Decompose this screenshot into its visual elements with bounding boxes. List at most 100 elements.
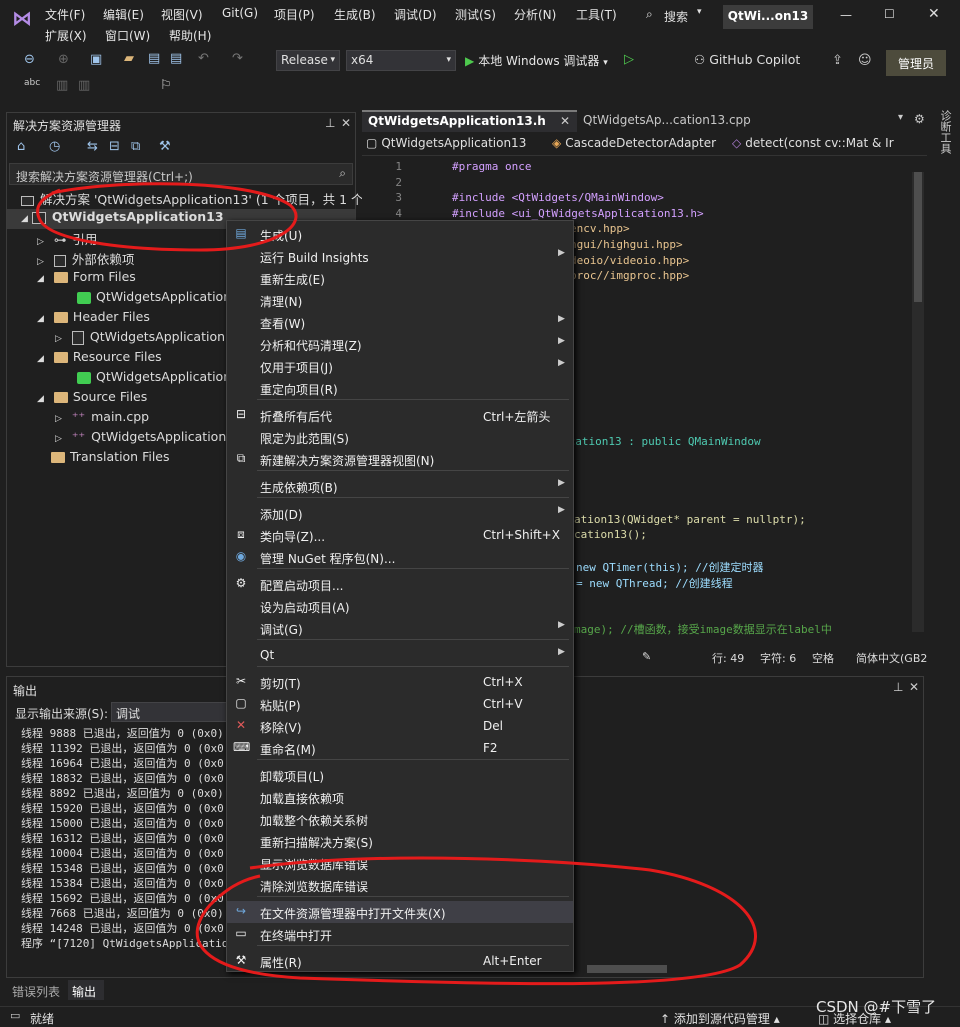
platform-select[interactable]: x64 ▾ [346, 50, 456, 71]
undo-icon[interactable]: ↶ [198, 51, 209, 66]
nav-project-select[interactable]: ▢ QtWidgetsApplication13 [366, 136, 542, 150]
show-all-icon[interactable]: ⧉ [131, 139, 140, 154]
menu-item[interactable]: 添加(D) ▶ [227, 502, 573, 524]
tree-item-form-files[interactable]: ◢ Form Files [37, 269, 136, 289]
editor-scrollbar[interactable] [912, 172, 924, 632]
menu-extensions[interactable]: 扩展(X) [45, 27, 87, 44]
output-source-select[interactable]: 调试 [111, 702, 231, 722]
menu-item[interactable]: ◉ 管理 NuGet 程序包(N)... [227, 546, 573, 568]
menu-item[interactable]: 限定为此范围(S) [227, 426, 573, 448]
tab-cpp-file[interactable]: QtWidgetsAp...cation13.cpp [577, 110, 787, 132]
tab-dropdown-icon[interactable]: ▾ [898, 112, 903, 123]
collapse-icon[interactable]: ⊟ [109, 139, 120, 154]
output-text[interactable]: 线程 9888 已退出，返回值为 0 (0x0) 线程 11392 已退出，返回值… [7, 725, 227, 955]
menu-git[interactable]: Git(G) [222, 6, 258, 20]
menu-item[interactable]: ⧉ 新建解决方案资源管理器视图(N) [227, 448, 573, 470]
maximize-icon[interactable]: ☐ [884, 7, 895, 21]
menu-item[interactable]: ▢ 粘贴(P) Ctrl+V [227, 693, 573, 715]
forward-icon[interactable]: ⊕ [58, 52, 69, 67]
tree-item-ui-file[interactable]: QtWidgetsApplication [77, 289, 231, 309]
menu-debug[interactable]: 调试(D) [394, 6, 437, 23]
tree-item-cpp[interactable]: ▷ ⁺⁺ QtWidgetsApplication [55, 429, 226, 449]
menu-item[interactable]: 重新扫描解决方案(S) [227, 830, 573, 852]
menu-item[interactable]: ⚙ 配置启动项目... [227, 573, 573, 595]
home-icon[interactable]: ⌂ [17, 139, 25, 154]
search-box[interactable]: ⌕ 搜索 ▾ [642, 4, 708, 26]
menu-item[interactable]: ▭ 在终端中打开 [227, 923, 573, 945]
tab-error-list[interactable]: 错误列表 [6, 980, 66, 1000]
menu-item[interactable]: 清理(N) [227, 289, 573, 311]
solution-root[interactable]: 解决方案 'QtWidgetsApplication13' (1 个项目，共 1… [21, 189, 368, 209]
menu-item[interactable]: 重新生成(E) [227, 267, 573, 289]
menu-item[interactable]: Qt ▶ [227, 644, 573, 666]
sync-icon[interactable]: ⇆ [87, 139, 98, 154]
menu-item[interactable]: 查看(W) ▶ [227, 311, 573, 333]
menu-help[interactable]: 帮助(H) [169, 27, 211, 44]
menu-item[interactable]: 加载整个依赖关系树 [227, 808, 573, 830]
tree-item-resource-files[interactable]: ◢ Resource Files [37, 349, 162, 369]
pin-icon[interactable]: ⊥ [325, 116, 335, 130]
back-icon[interactable]: ⊖ [24, 52, 35, 67]
menu-item[interactable]: 生成依赖项(B) ▶ [227, 475, 573, 497]
tree-item-main-cpp[interactable]: ▷ ⁺⁺ main.cpp [55, 409, 149, 429]
menu-project[interactable]: 项目(P) [274, 6, 315, 23]
wrench-icon[interactable]: ⚒ [159, 139, 171, 154]
solution-search-input[interactable]: 搜索解决方案资源管理器(Ctrl+;) ⌕ [9, 163, 353, 185]
menu-view[interactable]: 视图(V) [161, 6, 203, 23]
menu-file[interactable]: 文件(F) [45, 6, 85, 23]
nav-member-select[interactable]: ◇ detect(const cv::Mat & Ir [732, 136, 902, 150]
brush-icon[interactable]: ✎ [642, 650, 651, 663]
save-all-icon[interactable]: ▤ [170, 51, 182, 66]
close-icon[interactable]: ✕ [909, 680, 919, 694]
share-icon[interactable]: ⇪ [832, 53, 843, 68]
settings-icon[interactable]: ⚙ [914, 112, 925, 126]
menu-build[interactable]: 生成(B) [334, 6, 376, 23]
menu-tools[interactable]: 工具(T) [576, 6, 617, 23]
tree-item-qrc[interactable]: QtWidgetsApplication [77, 369, 231, 389]
menu-item[interactable]: ⧈ 类向导(Z)... Ctrl+Shift+X [227, 524, 573, 546]
menu-analyze[interactable]: 分析(N) [514, 6, 556, 23]
nav-class-select[interactable]: ◈ CascadeDetectorAdapter [552, 136, 722, 150]
menu-item[interactable]: ↪ 在文件资源管理器中打开文件夹(X) [227, 901, 573, 923]
menu-item[interactable]: 重定向项目(R) [227, 377, 573, 399]
comment-icon[interactable]: ▥ [56, 78, 68, 93]
menu-item[interactable]: 调试(G) ▶ [227, 617, 573, 639]
pin-icon[interactable]: ⊥ [893, 680, 903, 694]
run-without-debug-icon[interactable]: ▷ [624, 52, 634, 67]
diagnostics-sidebar[interactable]: 诊断工具 [933, 110, 953, 170]
menu-item[interactable]: ✕ 移除(V) Del [227, 715, 573, 737]
close-icon[interactable]: ✕ [928, 6, 940, 22]
menu-item[interactable]: ▤ 生成(U) [227, 223, 573, 245]
menu-item[interactable]: 显示浏览数据库错误 [227, 852, 573, 874]
bookmark-icon[interactable]: ⚐ [160, 78, 172, 93]
tab-output[interactable]: 输出 [68, 980, 104, 1000]
uncomment-icon[interactable]: ▥ [78, 78, 90, 93]
tree-item-references[interactable]: ▷ ⊶ 引用 [37, 229, 97, 249]
redo-icon[interactable]: ↷ [232, 51, 243, 66]
minimize-icon[interactable]: — [840, 8, 852, 22]
menu-item[interactable]: 仅用于项目(J) ▶ [227, 355, 573, 377]
spell-check-icon[interactable]: abc [24, 78, 40, 88]
menu-item[interactable]: ⊟ 折叠所有后代 Ctrl+左箭头 [227, 404, 573, 426]
add-source-control-button[interactable]: ↑ 添加到源代码管理 ▴ [660, 1010, 780, 1027]
close-icon[interactable]: ✕ [341, 116, 351, 130]
tree-item-translation[interactable]: Translation Files [51, 449, 170, 469]
menu-item[interactable]: ⌨ 重命名(M) F2 [227, 737, 573, 759]
menu-item[interactable]: ⚒ 属性(R) Alt+Enter [227, 950, 573, 972]
new-project-icon[interactable]: ▣ [90, 52, 102, 67]
menu-edit[interactable]: 编辑(E) [103, 6, 144, 23]
tree-item-source-files[interactable]: ◢ Source Files [37, 389, 147, 409]
open-icon[interactable]: ▰ [124, 51, 134, 66]
tree-item-header-files[interactable]: ◢ Header Files [37, 309, 150, 329]
menu-item[interactable]: 分析和代码清理(Z) ▶ [227, 333, 573, 355]
menu-item[interactable]: 卸载项目(L) [227, 764, 573, 786]
menu-item[interactable]: 设为启动项目(A) [227, 595, 573, 617]
tab-header-file[interactable]: QtWidgetsApplication13.h ✕ [362, 110, 577, 132]
copilot-button[interactable]: ⚇ GitHub Copilot [694, 52, 800, 67]
menu-item[interactable]: ✂ 剪切(T) Ctrl+X [227, 671, 573, 693]
configuration-select[interactable]: Release ▾ [276, 50, 340, 71]
start-debug-button[interactable]: ▶ 本地 Windows 调试器 ▾ [465, 52, 608, 69]
menu-window[interactable]: 窗口(W) [105, 27, 150, 44]
tree-item-external[interactable]: ▷ 外部依赖项 [37, 249, 134, 269]
save-icon[interactable]: ▤ [148, 51, 160, 66]
